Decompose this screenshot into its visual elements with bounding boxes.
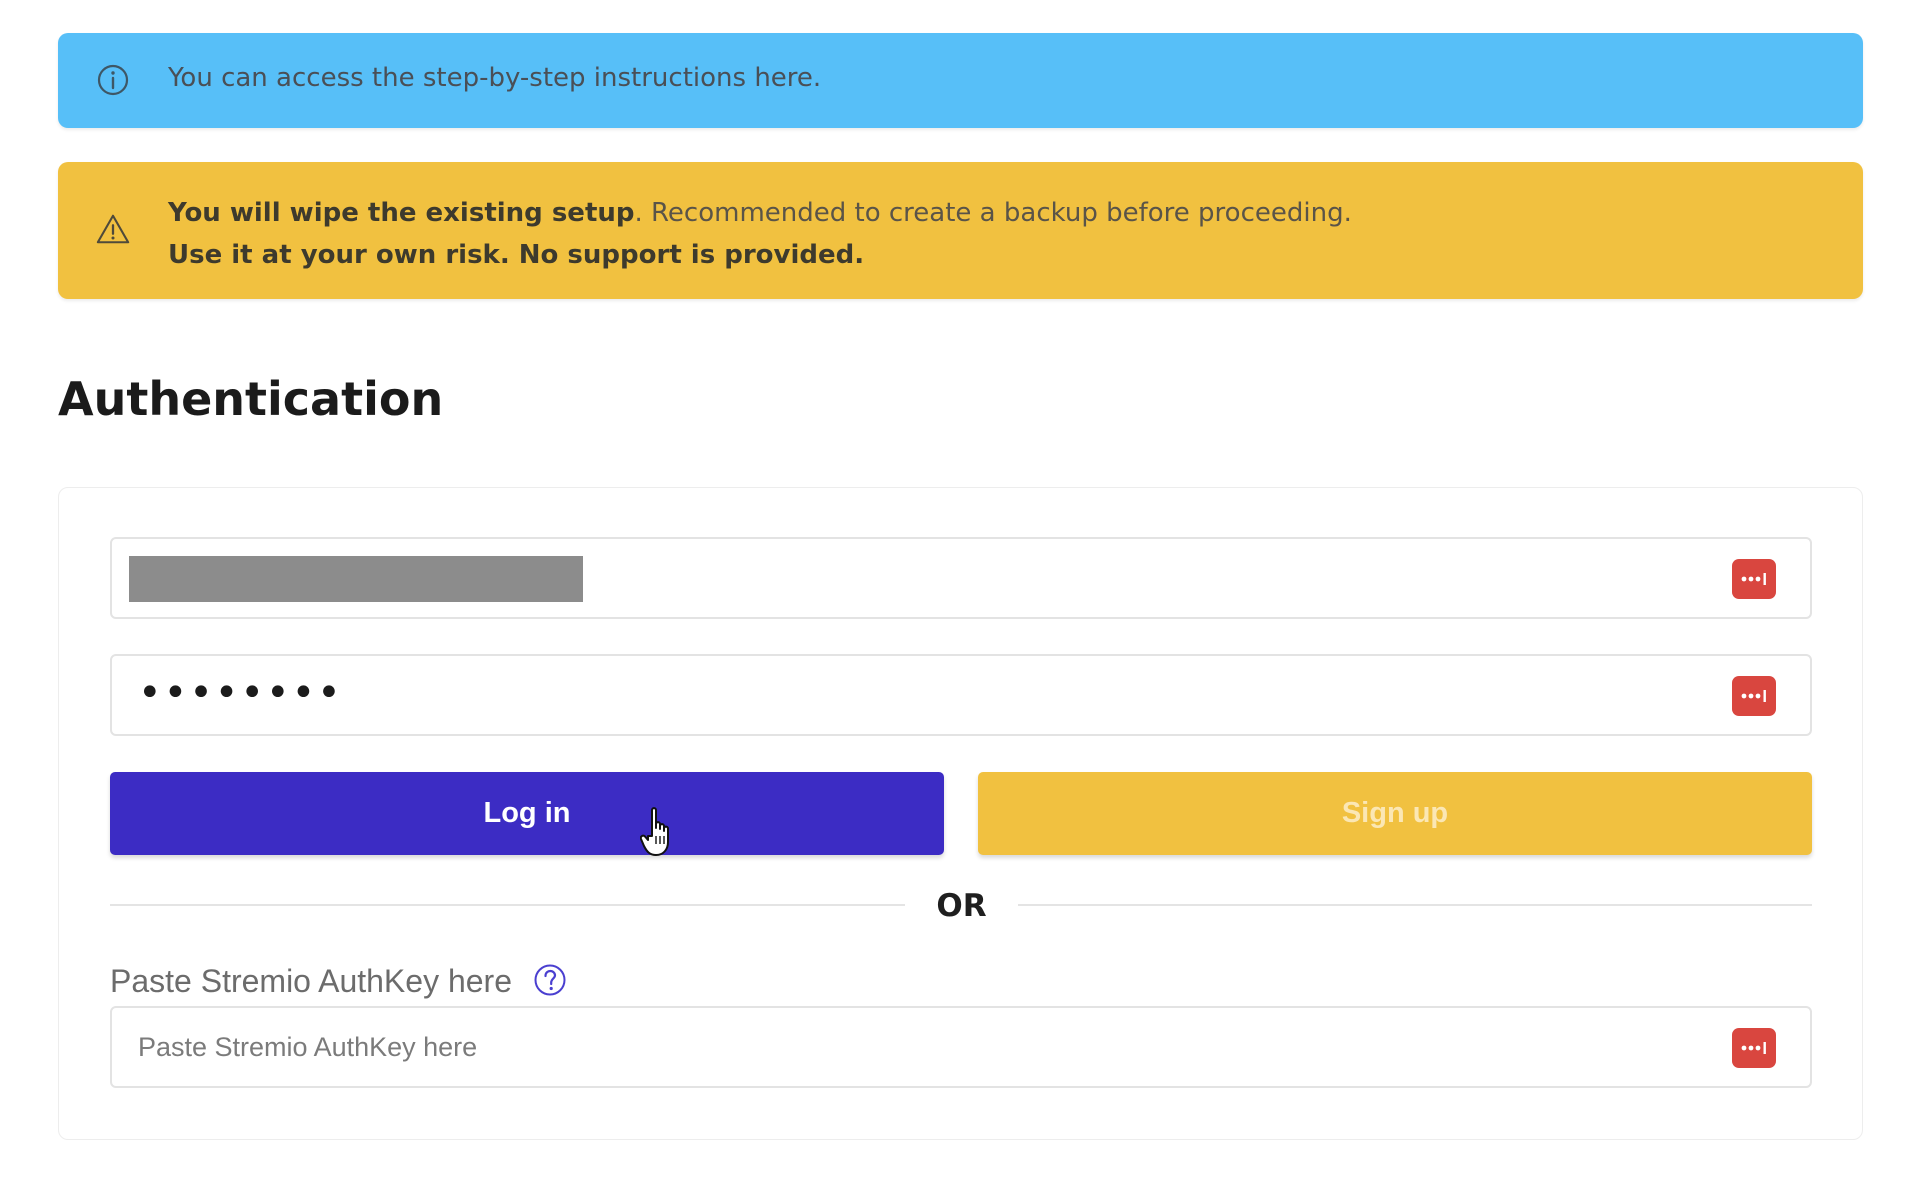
info-alert-text[interactable]: You can access the step-by-step instruct… (168, 63, 821, 93)
warning-triangle-icon (95, 211, 131, 247)
warning-line-1: You will wipe the existing setup. Recomm… (168, 192, 1352, 234)
authkey-field (110, 1006, 1812, 1088)
password-manager-icon[interactable] (1732, 559, 1776, 599)
login-button[interactable]: Log in (110, 772, 944, 855)
warning-bold-text: You will wipe the existing setup (168, 198, 635, 228)
signup-button[interactable]: Sign up (978, 772, 1812, 855)
question-circle-icon[interactable] (533, 963, 567, 997)
redacted-email-value (129, 556, 583, 602)
password-manager-icon[interactable] (1732, 676, 1776, 716)
warning-alert: You will wipe the existing setup. Recomm… (58, 162, 1863, 299)
authkey-label: Paste Stremio AuthKey here (110, 963, 512, 999)
divider-line-right (1018, 904, 1812, 906)
divider-line-left (110, 904, 905, 906)
or-divider: OR (936, 888, 987, 924)
info-alert: You can access the step-by-step instruct… (58, 33, 1863, 128)
page: You can access the step-by-step instruct… (0, 0, 1920, 1185)
warning-text: . Recommended to create a backup before … (634, 198, 1352, 228)
hand-cursor-icon (639, 806, 680, 858)
email-field[interactable] (110, 537, 1812, 619)
authkey-input[interactable] (114, 1010, 1738, 1084)
password-field[interactable]: •••••••• (110, 654, 1812, 736)
warning-line-2: Use it at your own risk. No support is p… (168, 240, 865, 270)
password-value: •••••••• (138, 670, 343, 716)
info-circle-icon (95, 62, 131, 98)
page-title: Authentication (58, 372, 444, 426)
password-manager-icon[interactable] (1732, 1028, 1776, 1068)
warning-alert-text: You will wipe the existing setup. Recomm… (168, 192, 1352, 276)
